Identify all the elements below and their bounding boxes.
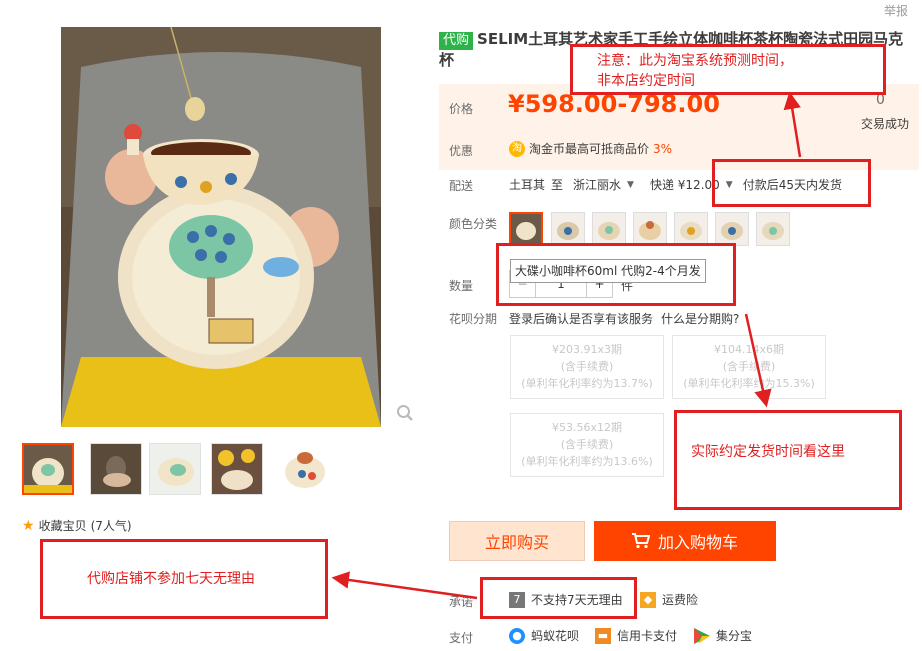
arrow-left (331, 571, 478, 600)
annotation-arrows (331, 91, 802, 600)
arrow-top (783, 91, 802, 158)
arrow-right (744, 313, 772, 408)
